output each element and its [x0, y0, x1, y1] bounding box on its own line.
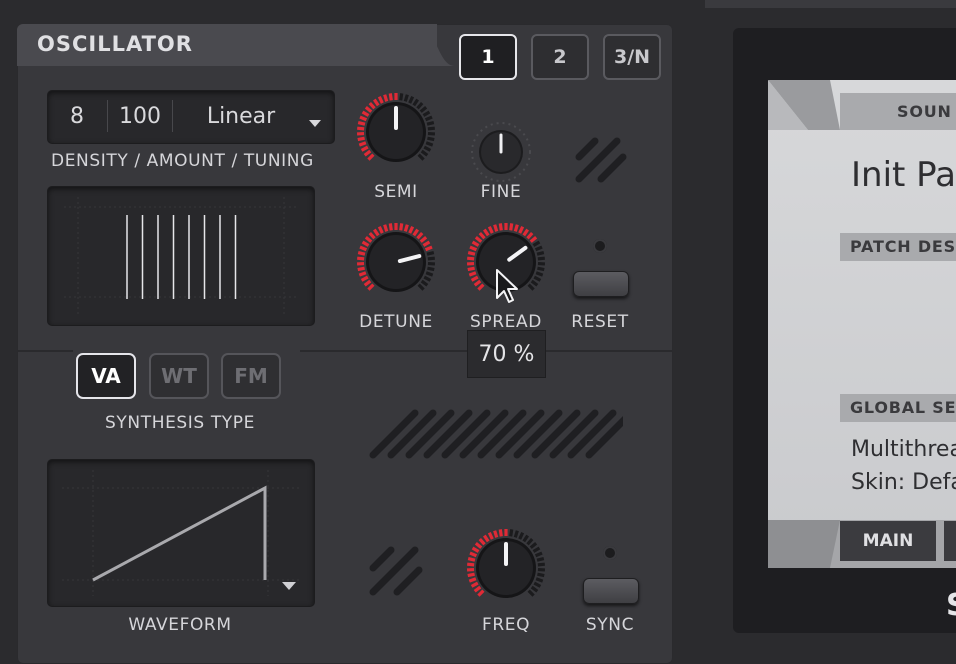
- saw-waveform: [93, 488, 265, 580]
- freq-label: FREQ: [465, 615, 547, 635]
- tuning-dropdown-arrow-icon[interactable]: [309, 120, 321, 128]
- screen-corner-left-top: [768, 80, 840, 130]
- fine-label: FINE: [470, 182, 532, 202]
- patch-name: Init Pat: [851, 155, 956, 195]
- detune-knob[interactable]: [355, 221, 437, 303]
- density-value[interactable]: 8: [47, 104, 107, 129]
- tab-next[interactable]: [944, 521, 956, 561]
- hatch-decoration-wide: [367, 405, 623, 463]
- spread-value-tooltip: 70 %: [467, 330, 546, 378]
- global-settings-label: GLOBAL SE: [840, 394, 956, 422]
- synthesis-type-caption: SYNTHESIS TYPE: [47, 413, 313, 433]
- brand-logo-fragment: S: [946, 588, 956, 623]
- tuning-select[interactable]: Linear: [178, 104, 304, 129]
- oscillator-tab-2[interactable]: 2: [531, 34, 589, 80]
- reset-led: [593, 239, 607, 253]
- tab-main[interactable]: MAIN: [840, 521, 936, 561]
- oscillator-tab-1[interactable]: 1: [459, 34, 517, 80]
- field-divider: [172, 100, 173, 132]
- detune-label: DETUNE: [352, 312, 440, 332]
- unison-voice-lines: [127, 215, 236, 299]
- skin-setting[interactable]: Skin: Defa: [851, 470, 956, 495]
- header-curve: [415, 24, 455, 66]
- waveform-graph: [48, 460, 314, 606]
- hatch-decoration-small: [367, 544, 425, 600]
- waveform-caption: WAVEFORM: [47, 615, 313, 635]
- section-divider: [17, 350, 73, 352]
- waveform-display[interactable]: [47, 459, 315, 607]
- semi-label: SEMI: [355, 182, 437, 202]
- unison-grid: [64, 197, 298, 315]
- sync-label: SYNC: [575, 615, 645, 635]
- waveform-dropdown-arrow-icon[interactable]: [282, 582, 296, 590]
- unison-graph: [48, 187, 314, 325]
- reset-button[interactable]: [573, 271, 629, 297]
- density-caption: DENSITY / AMOUNT / TUNING: [51, 151, 314, 171]
- spread-label: SPREAD: [460, 312, 552, 332]
- unison-display: [47, 186, 315, 326]
- synthesis-va-button[interactable]: VA: [76, 353, 136, 399]
- amount-value[interactable]: 100: [108, 104, 172, 129]
- sync-led: [603, 546, 617, 560]
- screen-corner-left-bottom: [768, 520, 840, 568]
- oscillator-tab-3n[interactable]: 3/N: [603, 34, 661, 80]
- sync-button[interactable]: [583, 578, 639, 604]
- synthesis-fm-button[interactable]: FM: [221, 353, 281, 399]
- semi-knob[interactable]: [355, 91, 437, 173]
- mouse-cursor-icon: [495, 268, 519, 306]
- browser-top-edge: [705, 0, 956, 8]
- fine-knob[interactable]: [470, 121, 532, 183]
- synthesis-wt-button[interactable]: WT: [149, 353, 209, 399]
- oscillator-title: OSCILLATOR: [37, 32, 193, 56]
- patch-description-label: PATCH DES: [840, 233, 956, 261]
- multithread-setting[interactable]: Multithrea: [851, 437, 956, 462]
- reset-label: RESET: [565, 312, 635, 332]
- tab-sound[interactable]: SOUN: [840, 93, 956, 130]
- freq-knob[interactable]: [465, 527, 547, 609]
- hatch-decoration: [573, 135, 629, 187]
